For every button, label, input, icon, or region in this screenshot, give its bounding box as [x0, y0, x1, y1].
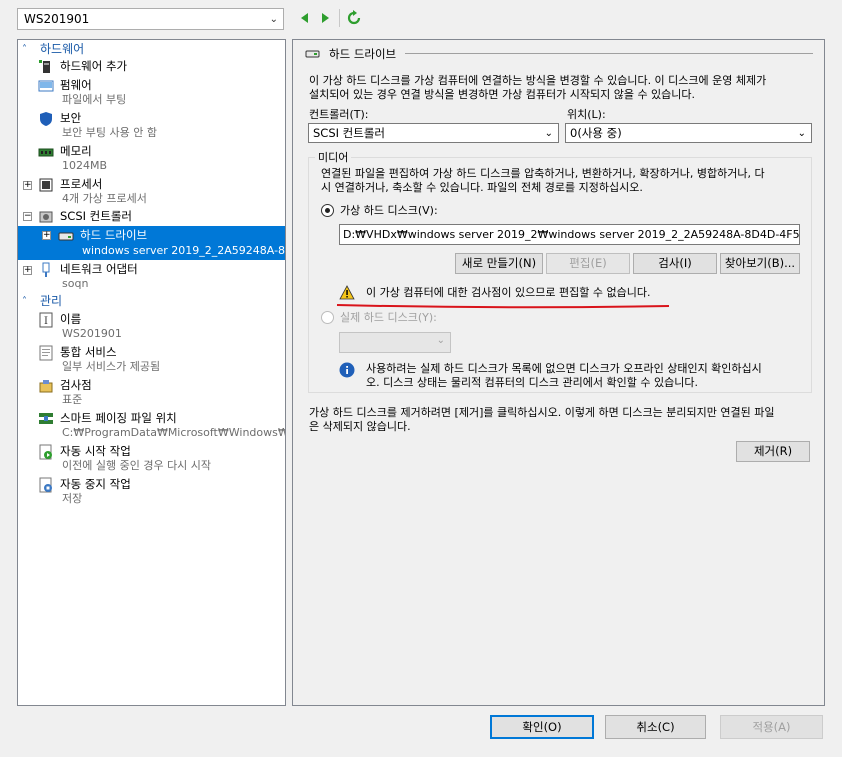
collapse-minus-icon[interactable]: −	[23, 212, 32, 221]
remove-description-line2: 은 삭제되지 않습니다.	[309, 420, 411, 433]
media-description-line1: 연결된 파일을 편집하여 가상 하드 디스크를 압축하거나, 변환하거나, 확장…	[321, 167, 765, 180]
expand-plus-icon[interactable]: +	[42, 231, 51, 240]
checkpoint-warning-text: 이 가상 컴퓨터에 대한 검사점이 있으므로 편집할 수 없습니다.	[366, 286, 651, 299]
vhd-path-input[interactable]: D:₩VHDx₩windows server 2019_2₩windows se…	[339, 224, 800, 245]
apply-button[interactable]: 적용(A)	[720, 715, 823, 739]
firmware-icon	[38, 80, 54, 92]
network-adapter-icon	[42, 262, 50, 277]
checkpoint-icon	[39, 380, 53, 393]
tree-item-scsi-controller[interactable]: − SCSI 컨트롤러	[18, 208, 285, 226]
tree-item-smart-paging[interactable]: 스마트 페이징 파일 위치 C:₩ProgramData₩Microsoft₩W…	[18, 409, 285, 442]
panel-title: 하드 드라이브	[329, 47, 397, 61]
svg-text:I: I	[44, 316, 48, 327]
shield-icon	[40, 112, 52, 126]
media-description-line2: 시 연결하거나, 축소할 수 있습니다. 파일의 전체 경로를 지정하십시오.	[321, 181, 643, 194]
expand-plus-icon[interactable]: +	[23, 266, 32, 275]
memory-icon	[38, 148, 54, 157]
annotation-underline	[336, 304, 670, 309]
panel-description-line2: 설치되어 있는 경우 연결 방식을 변경하면 가상 컴퓨터가 시작되지 않을 수…	[309, 88, 696, 101]
title-separator	[405, 53, 813, 54]
location-dropdown[interactable]: 0(사용 중) ⌄	[565, 123, 812, 143]
hard-drive-icon	[305, 50, 320, 58]
tree-item-memory[interactable]: 메모리 1024MB	[18, 142, 285, 175]
chevron-down-icon: ⌄	[269, 14, 278, 25]
settings-tree: ˄ 하드웨어 하드웨어 추가 펌웨어 파일에서 부팅 보안 보안 부팅 사용 안…	[17, 39, 286, 706]
tree-item-firmware[interactable]: 펌웨어 파일에서 부팅	[18, 76, 285, 109]
cancel-button[interactable]: 취소(C)	[605, 715, 706, 739]
warning-icon	[339, 285, 355, 300]
virtual-disk-radio[interactable]	[321, 204, 334, 217]
vm-selector[interactable]: WS201901 ⌄	[17, 8, 284, 30]
auto-start-icon	[39, 444, 52, 460]
info-text-line2: 오. 디스크 상태는 물리적 컴퓨터의 디스크 관리에서 확인할 수 있습니다.	[366, 376, 698, 389]
add-hardware-icon	[39, 60, 50, 73]
settings-panel: 하드 드라이브 이 가상 하드 디스크를 가상 컴퓨터에 연결하는 방식을 변경…	[292, 39, 825, 706]
auto-stop-icon	[39, 477, 52, 493]
tree-item-network-adapter[interactable]: + 네트워크 어댑터 soqn	[18, 260, 285, 293]
tree-item-add-hardware[interactable]: 하드웨어 추가	[18, 58, 285, 76]
remove-button[interactable]: 제거(R)	[736, 441, 810, 462]
back-icon[interactable]	[298, 10, 312, 26]
hard-drive-icon	[58, 232, 74, 241]
tree-item-hard-drive[interactable]: + 하드 드라이브 windows server 2019_2_2A59248A…	[18, 226, 285, 260]
tree-item-auto-start[interactable]: 자동 시작 작업 이전에 실행 중인 경우 다시 시작	[18, 442, 285, 475]
collapse-up-icon: ˄	[22, 44, 27, 55]
management-section-header[interactable]: ˄ 관리	[18, 293, 285, 310]
expand-plus-icon[interactable]: +	[23, 181, 32, 190]
tree-item-integration-services[interactable]: 통합 서비스 일부 서비스가 제공됨	[18, 343, 285, 376]
hardware-section-header[interactable]: ˄ 하드웨어	[18, 41, 285, 58]
tree-item-processor[interactable]: + 프로세서 4개 가상 프로세서	[18, 175, 285, 208]
inspect-disk-button[interactable]: 검사(I)	[633, 253, 717, 274]
edit-disk-button[interactable]: 편집(E)	[546, 253, 630, 274]
tree-item-name[interactable]: I 이름 WS201901	[18, 310, 285, 343]
controller-dropdown[interactable]: SCSI 컨트롤러 ⌄	[308, 123, 559, 143]
chevron-down-icon: ⌄	[544, 128, 553, 139]
integration-services-icon	[39, 345, 53, 361]
chevron-down-icon: ⌄	[436, 335, 445, 346]
collapse-up-icon: ˄	[22, 296, 27, 307]
processor-icon	[39, 178, 53, 192]
remove-description-line1: 가상 하드 디스크를 제거하려면 [제거]를 클릭하십시오. 이렇게 하면 디스…	[309, 406, 775, 419]
ok-button[interactable]: 확인(O)	[490, 715, 594, 739]
panel-description-line1: 이 가상 하드 디스크를 가상 컴퓨터에 연결하는 방식을 변경할 수 있습니다…	[309, 74, 767, 87]
radio-selected-dot	[325, 208, 330, 213]
name-icon: I	[39, 312, 53, 328]
info-icon	[339, 362, 355, 378]
tree-item-auto-stop[interactable]: 자동 중지 작업 저장	[18, 475, 285, 508]
vm-selector-value: WS201901	[24, 12, 90, 26]
controller-label: 컨트롤러(T):	[309, 108, 369, 121]
smart-paging-icon	[39, 413, 53, 424]
info-text-line1: 사용하려는 실제 하드 디스크가 목록에 없으면 디스크가 오프라인 상태인지 …	[366, 362, 762, 375]
browse-button[interactable]: 찾아보기(B)...	[720, 253, 800, 274]
media-label: 미디어	[315, 150, 352, 165]
new-disk-button[interactable]: 새로 만들기(N)	[455, 253, 543, 274]
location-label: 위치(L):	[567, 108, 606, 121]
physical-disk-dropdown[interactable]: ⌄	[339, 332, 451, 353]
physical-disk-radio[interactable]	[321, 311, 334, 324]
physical-disk-radio-label: 실제 하드 디스크(Y):	[340, 311, 437, 324]
forward-icon[interactable]	[318, 10, 332, 26]
virtual-disk-radio-label: 가상 하드 디스크(V):	[340, 204, 438, 217]
chevron-down-icon: ⌄	[797, 128, 806, 139]
tree-item-security[interactable]: 보안 보안 부팅 사용 안 함	[18, 109, 285, 142]
scsi-controller-icon	[39, 211, 53, 223]
tree-item-checkpoint[interactable]: 검사점 표준	[18, 376, 285, 409]
toolbar-divider	[339, 9, 340, 27]
refresh-icon[interactable]	[346, 10, 362, 26]
